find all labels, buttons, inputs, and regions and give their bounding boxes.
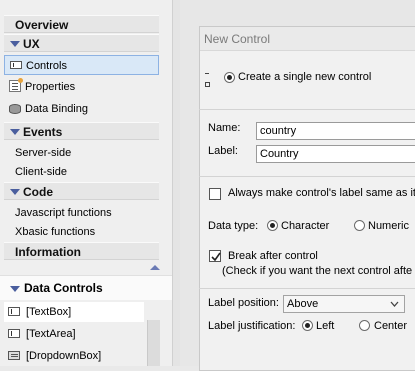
data-type-label: Data type: — [208, 220, 259, 232]
label-label: Label: — [208, 145, 238, 157]
justification-center-label: Center — [374, 320, 408, 332]
left-nav-panel: Overview UX Controls Properties Data Bin… — [0, 0, 172, 366]
overview-label: Overview — [15, 18, 69, 32]
collapse-triangle-icon — [10, 129, 20, 135]
checkmark-icon — [211, 252, 221, 262]
data-control-label: [TextBox] — [26, 306, 72, 318]
nav-item-label: Server-side — [15, 147, 72, 159]
nav-item-label: Javascript functions — [15, 207, 112, 219]
justification-left-radio[interactable] — [302, 320, 313, 331]
properties-icon — [9, 78, 23, 92]
database-icon — [9, 104, 21, 114]
always-same-label: Always make control's label same as its — [228, 187, 415, 199]
move-handle-icon — [205, 73, 213, 87]
justification-left-label: Left — [316, 320, 335, 332]
name-input[interactable]: country — [256, 122, 415, 140]
ux-section-label: UX — [23, 37, 40, 51]
data-type-character-label: Character — [281, 220, 330, 232]
nav-item-server-side[interactable]: Server-side — [4, 143, 159, 163]
collapse-triangle-icon — [10, 286, 20, 292]
data-type-numeric-radio[interactable] — [354, 220, 365, 231]
always-same-checkbox[interactable] — [209, 188, 221, 200]
data-control-textarea[interactable]: [TextArea] — [4, 324, 144, 344]
dialog-title: New Control — [200, 27, 415, 51]
create-single-radio[interactable] — [224, 72, 235, 83]
ux-section-header[interactable]: UX — [4, 34, 159, 52]
overview-header[interactable]: Overview — [4, 15, 159, 33]
break-after-label: Break after control — [228, 250, 318, 262]
label-input[interactable]: Country — [256, 145, 415, 163]
separator — [199, 176, 415, 177]
panel-splitter[interactable] — [172, 0, 180, 366]
events-section-header[interactable]: Events — [4, 122, 159, 140]
create-single-label: Create a single new control — [238, 71, 372, 83]
separator — [199, 109, 415, 110]
data-controls-header[interactable]: Data Controls — [0, 275, 172, 300]
scroll-up-arrow-icon[interactable] — [150, 265, 160, 270]
label-position-select[interactable]: Above — [283, 295, 405, 313]
data-type-numeric-label: Numeric — [368, 220, 409, 232]
chevron-down-icon — [390, 301, 399, 307]
data-control-label: [DropdownBox] — [26, 350, 102, 362]
textbox-control-icon — [10, 61, 22, 69]
data-controls-scrollbar[interactable] — [147, 320, 160, 366]
break-after-hint: (Check if you want the next control afte — [222, 265, 413, 277]
code-section-header[interactable]: Code — [4, 182, 159, 200]
collapse-triangle-icon — [10, 189, 20, 195]
textbox-icon — [8, 307, 20, 316]
nav-item-xbasic-functions[interactable]: Xbasic functions — [4, 222, 159, 242]
textarea-icon — [8, 329, 20, 338]
data-controls-label: Data Controls — [24, 281, 103, 295]
data-type-character-radio[interactable] — [267, 220, 278, 231]
nav-item-data-binding[interactable]: Data Binding — [4, 99, 159, 119]
code-section-label: Code — [23, 185, 53, 199]
nav-item-label: Properties — [25, 81, 76, 93]
nav-item-label: Client-side — [15, 166, 67, 178]
label-justification-label: Label justification: — [208, 320, 296, 332]
nav-item-javascript-functions[interactable]: Javascript functions — [4, 203, 159, 223]
separator — [199, 288, 415, 289]
label-position-label: Label position: — [208, 297, 279, 309]
collapse-triangle-icon — [10, 41, 20, 47]
information-header[interactable]: Information — [4, 242, 159, 260]
nav-item-label: Data Binding — [25, 103, 88, 115]
nav-item-label: Xbasic functions — [15, 226, 96, 238]
data-control-dropdownbox[interactable]: [DropdownBox] — [4, 346, 144, 366]
nav-item-properties[interactable]: Properties — [4, 77, 159, 97]
nav-item-controls[interactable]: Controls — [4, 55, 159, 75]
nav-item-label: Controls — [26, 60, 67, 72]
break-after-checkbox[interactable] — [209, 250, 221, 262]
events-section-label: Events — [23, 125, 63, 139]
justification-center-radio[interactable] — [359, 320, 370, 331]
data-control-textbox[interactable]: [TextBox] — [4, 302, 144, 322]
data-control-label: [TextArea] — [26, 328, 76, 340]
nav-item-client-side[interactable]: Client-side — [4, 162, 159, 182]
information-label: Information — [15, 245, 81, 259]
dropdownbox-icon — [8, 351, 20, 360]
label-position-value: Above — [287, 298, 319, 310]
name-label: Name: — [208, 122, 241, 134]
